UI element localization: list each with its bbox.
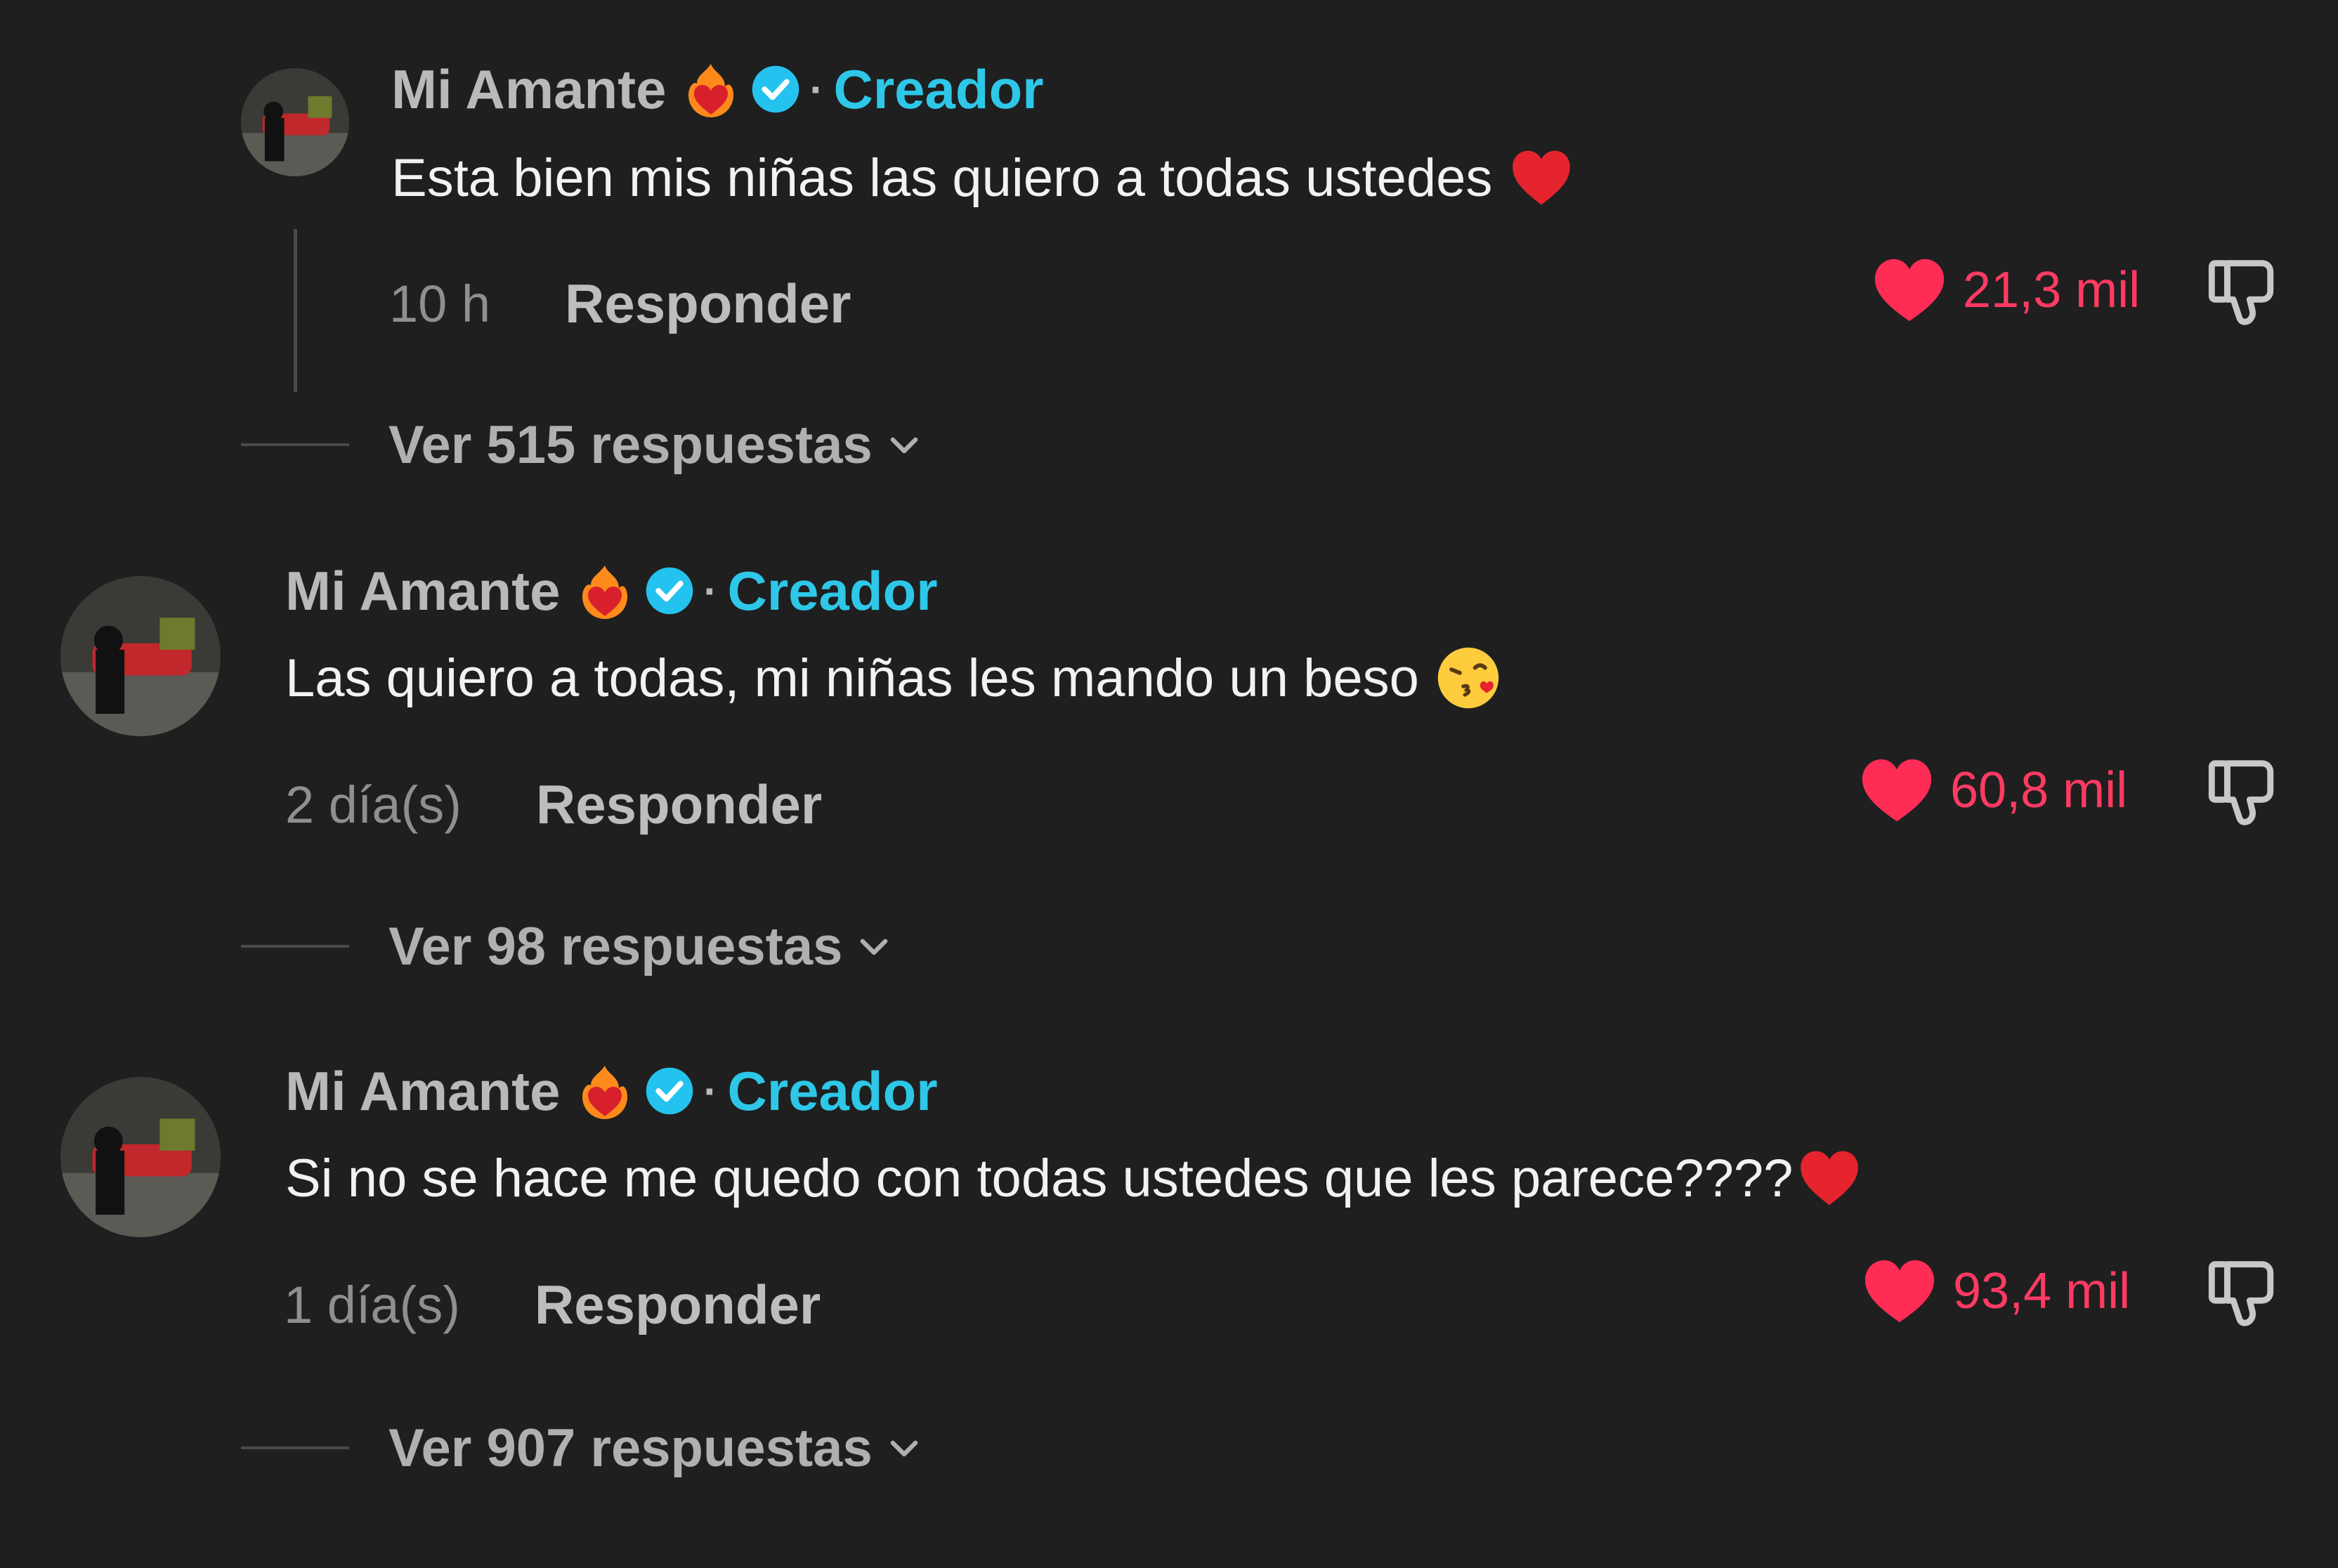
verified-badge-icon: [751, 65, 800, 114]
creator-label: Creador: [727, 559, 938, 622]
creator-label: Creador: [727, 1059, 938, 1122]
comment-header: Mi Amante · Creador: [285, 1052, 938, 1130]
like-count: 93,4 mil: [1953, 1263, 2131, 1319]
separator-dot: ·: [809, 65, 824, 113]
comments-screen: Mi Amante · Creador Esta bien mis niñas …: [0, 0, 2338, 1568]
reply-button[interactable]: Responder: [535, 1273, 821, 1337]
comment-meta: 1 día(s) Responder: [284, 1266, 821, 1343]
like-count: 60,8 mil: [1950, 762, 2128, 818]
replies-divider: [241, 1446, 349, 1449]
heart-like-icon[interactable]: [1859, 755, 1935, 825]
comment-meta: 10 h Responder: [389, 265, 851, 342]
username[interactable]: Mi Amante: [285, 1059, 561, 1123]
avatar-image: [60, 1077, 221, 1237]
dislike-icon[interactable]: [2203, 253, 2279, 329]
view-replies-button[interactable]: Ver 907 respuestas: [241, 1409, 923, 1487]
username[interactable]: Mi Amante: [285, 559, 561, 623]
comment-text-content: Si no se hace me quedo con todas ustedes…: [285, 1148, 1794, 1208]
replies-divider: [241, 443, 349, 446]
avatar[interactable]: [60, 576, 221, 736]
heart-fire-emoji: [576, 560, 634, 622]
separator-dot: ·: [703, 567, 718, 615]
avatar-image: [60, 576, 221, 736]
timestamp: 10 h: [389, 274, 491, 333]
creator-label: Creador: [833, 58, 1044, 120]
comment-header: Mi Amante · Creador: [391, 51, 1044, 128]
heart-fire-emoji: [576, 1060, 634, 1122]
comment-text: Las quiero a todas, mi niñas les mando u…: [285, 639, 1502, 717]
chevron-down-icon: [885, 426, 923, 464]
view-replies-label: Ver 98 respuestas: [388, 916, 843, 976]
verified-badge-icon: [645, 1066, 694, 1116]
timestamp: 1 día(s): [284, 1275, 460, 1334]
heart-like-icon[interactable]: [1862, 1256, 1938, 1326]
verified-badge-icon: [645, 566, 694, 615]
avatar-image: [241, 68, 349, 176]
view-replies-button[interactable]: Ver 515 respuestas: [241, 406, 923, 483]
heart-like-icon[interactable]: [1872, 255, 1947, 325]
avatar[interactable]: [241, 68, 349, 176]
view-replies-label: Ver 515 respuestas: [388, 414, 873, 475]
dislike-icon[interactable]: [2203, 753, 2279, 829]
face-blowing-kiss-emoji: [1435, 644, 1502, 712]
comment-meta: 2 día(s) Responder: [285, 766, 822, 843]
chevron-down-icon: [855, 927, 893, 965]
red-heart-emoji: [1508, 144, 1575, 211]
reply-button[interactable]: Responder: [565, 272, 851, 336]
chevron-down-icon: [885, 1429, 923, 1467]
thread-line: [294, 229, 297, 392]
dislike-icon[interactable]: [2203, 1254, 2279, 1330]
comment-header: Mi Amante · Creador: [285, 552, 938, 629]
like-button[interactable]: 60,8 mil: [1859, 752, 2127, 829]
heart-fire-emoji: [682, 58, 740, 120]
view-replies-label: Ver 907 respuestas: [388, 1418, 873, 1478]
like-button[interactable]: 93,4 mil: [1862, 1253, 2130, 1330]
like-count: 21,3 mil: [1963, 262, 2141, 318]
replies-divider: [241, 945, 349, 948]
timestamp: 2 día(s): [285, 775, 462, 834]
red-heart-emoji: [1796, 1144, 1863, 1212]
like-button[interactable]: 21,3 mil: [1872, 251, 2140, 329]
avatar[interactable]: [60, 1077, 221, 1237]
separator-dot: ·: [703, 1067, 718, 1115]
comment-text-content: Las quiero a todas, mi niñas les mando u…: [285, 648, 1419, 708]
comment-text-content: Esta bien mis niñas las quiero a todas u…: [391, 148, 1493, 208]
comment-text: Esta bien mis niñas las quiero a todas u…: [391, 139, 1575, 216]
reply-button[interactable]: Responder: [536, 773, 822, 837]
view-replies-button[interactable]: Ver 98 respuestas: [241, 908, 893, 985]
username[interactable]: Mi Amante: [391, 58, 667, 122]
comment-text: Si no se hace me quedo con todas ustedes…: [285, 1139, 1863, 1217]
